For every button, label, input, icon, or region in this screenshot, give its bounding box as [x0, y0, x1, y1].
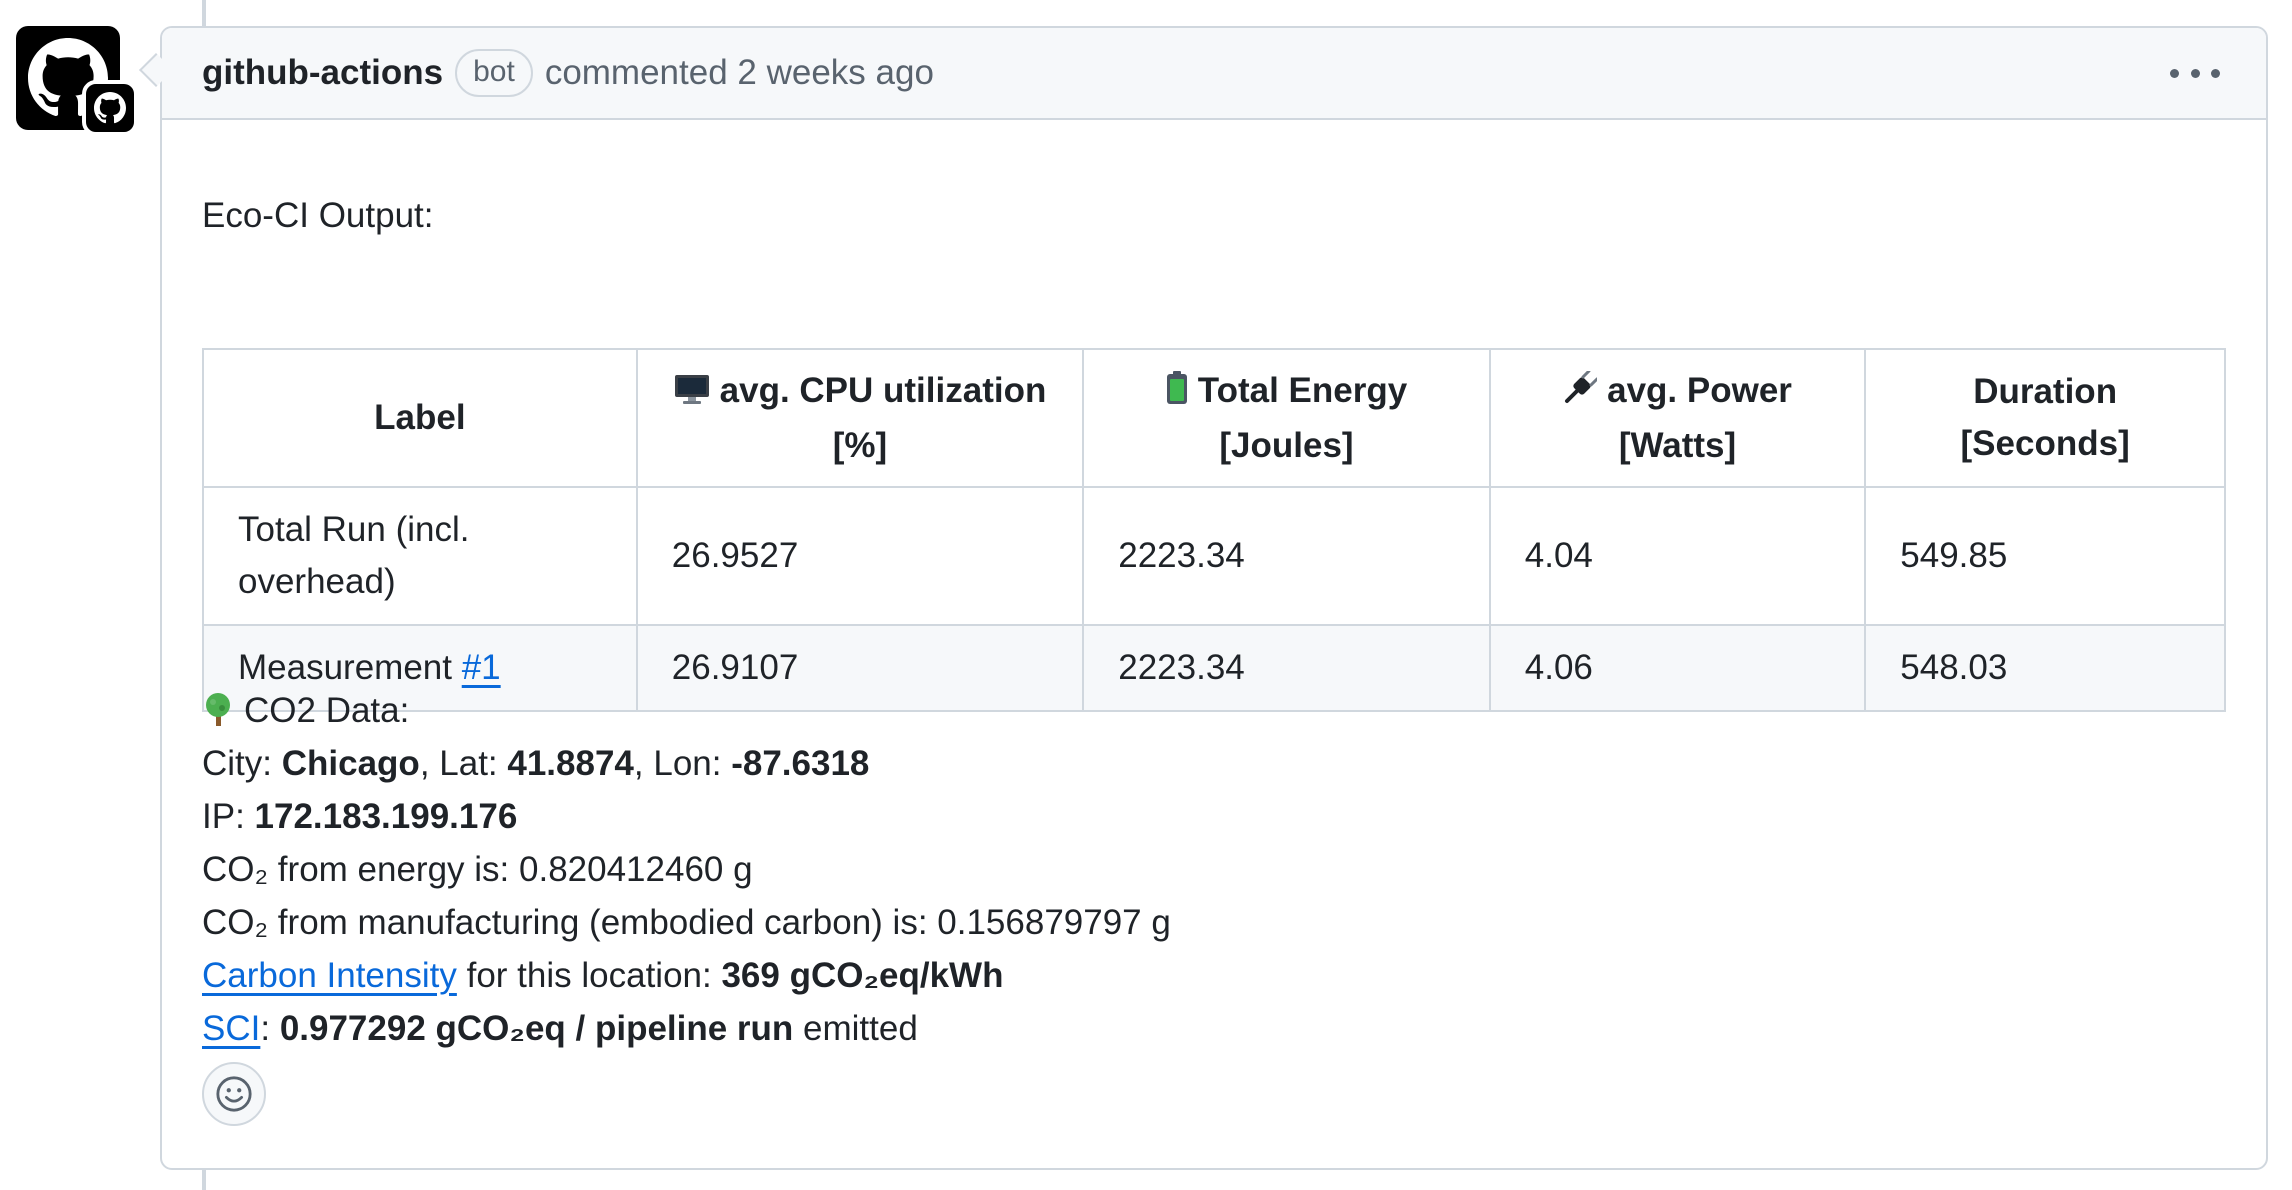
sci-line: SCI: 0.977292 gCO₂eq / pipeline run emit…	[202, 1002, 1171, 1055]
header-duration-line1: Duration	[1973, 372, 2118, 411]
carbon-intensity-link[interactable]: Carbon Intensity	[202, 956, 457, 995]
intro-text: Eco-CI Output:	[202, 196, 434, 235]
co2-manufacturing-line: CO₂ from manufacturing (embodied carbon)…	[202, 903, 1171, 942]
cell-energy: 2223.34	[1082, 486, 1491, 626]
cell-duration: 548.03	[1864, 624, 2226, 712]
cell-label: Total Run (incl. overhead)	[202, 486, 638, 626]
header-power-line1: avg. Power	[1607, 370, 1792, 410]
cell-label-text: Measurement	[238, 648, 462, 687]
table-header-row: Label avg. CPU utilization [%] Total Ene…	[202, 348, 2226, 488]
header-cpu-line1: avg. CPU utilization	[719, 370, 1047, 410]
monitor-icon	[674, 368, 710, 420]
sci-value: 0.977292 gCO₂eq / pipeline run	[279, 1009, 794, 1048]
kebab-dot	[2190, 68, 2200, 78]
cell-power: 4.06	[1488, 624, 1867, 712]
sci-link[interactable]: SCI	[202, 1009, 260, 1048]
header-cpu: avg. CPU utilization [%]	[635, 348, 1085, 488]
header-power: avg. Power [Watts]	[1488, 348, 1867, 488]
header-energy-line1: Total Energy	[1197, 370, 1408, 410]
bot-badge: bot	[455, 49, 533, 97]
plug-icon	[1563, 368, 1599, 420]
sci-colon: :	[260, 1009, 280, 1048]
carbon-intensity-text: for this location:	[456, 956, 722, 995]
co2-heading-text: CO2 Data:	[244, 691, 410, 730]
comment-box: github-actions bot commented 2 weeks ago…	[160, 26, 2268, 1170]
eco-ci-table: Label avg. CPU utilization [%] Total Ene…	[202, 348, 2226, 712]
author-name[interactable]: github-actions	[202, 53, 443, 93]
ip-line: IP: 172.183.199.176	[202, 790, 1171, 843]
cell-power: 4.04	[1488, 486, 1867, 626]
city-label: City:	[202, 744, 282, 783]
co2-data-block: CO2 Data: City: Chicago, Lat: 41.8874, L…	[202, 684, 1171, 1055]
github-mark-icon	[94, 92, 126, 124]
sci-suffix: emitted	[793, 1009, 918, 1048]
cell-duration: 549.85	[1864, 486, 2226, 626]
lon-label: , Lon:	[633, 744, 732, 783]
ip-label: IP:	[202, 797, 255, 836]
measurement-link[interactable]: #1	[462, 648, 501, 687]
city-value: Chicago	[281, 744, 420, 783]
ip-value: 172.183.199.176	[254, 797, 518, 836]
comment-timestamp[interactable]: commented 2 weeks ago	[545, 53, 934, 93]
battery-icon	[1166, 368, 1188, 420]
tree-icon	[202, 688, 234, 741]
lat-value: 41.8874	[507, 744, 634, 783]
app-badge	[82, 80, 138, 136]
location-line: City: Chicago, Lat: 41.8874, Lon: -87.63…	[202, 737, 1171, 790]
header-label-text: Label	[374, 398, 466, 437]
header-energy-line2: [Joules]	[1219, 425, 1354, 465]
kebab-horizontal-icon[interactable]	[2170, 58, 2220, 88]
header-energy: Total Energy [Joules]	[1082, 348, 1491, 488]
lon-value: -87.6318	[731, 744, 870, 783]
header-cpu-line2: [%]	[832, 425, 888, 465]
kebab-dot	[2211, 68, 2220, 78]
smiley-icon	[216, 1076, 252, 1112]
cell-cpu: 26.9527	[635, 486, 1085, 626]
carbon-intensity-line: Carbon Intensity for this location: 369 …	[202, 949, 1171, 1002]
header-duration: Duration [Seconds]	[1864, 348, 2226, 488]
header-duration-line2: [Seconds]	[1960, 424, 2130, 463]
lat-label: , Lat:	[419, 744, 508, 783]
comment-header: github-actions bot commented 2 weeks ago	[162, 28, 2266, 120]
co2-energy-line: CO₂ from energy is: 0.820412460 g	[202, 850, 753, 889]
kebab-dot	[2170, 68, 2179, 78]
co2-heading: CO2 Data:	[202, 684, 1171, 737]
carbon-intensity-value: 369 gCO₂eq/kWh	[721, 956, 1004, 995]
header-power-line2: [Watts]	[1618, 425, 1737, 465]
table-row: Total Run (incl. overhead) 26.9527 2223.…	[202, 486, 2226, 626]
add-reaction-button[interactable]	[202, 1062, 266, 1126]
header-label: Label	[202, 348, 638, 488]
